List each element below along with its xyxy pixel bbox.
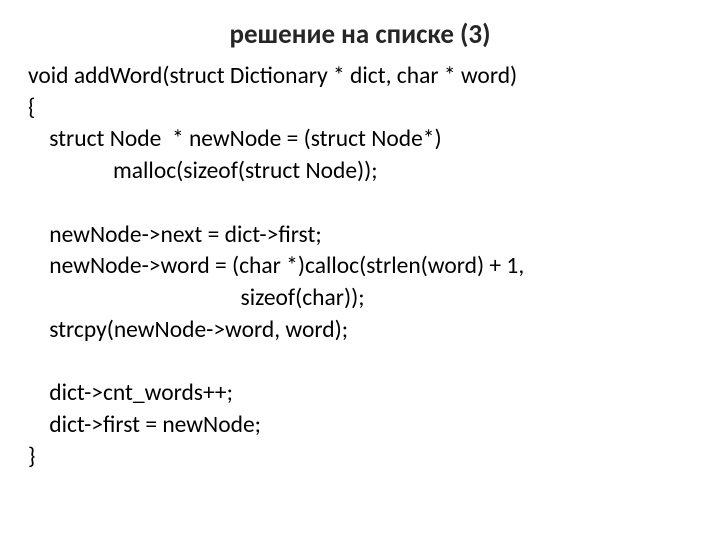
slide-title: решение на списке (3) xyxy=(28,18,692,51)
code-line: strcpy(newNode->word, word); xyxy=(28,316,348,344)
code-line: { xyxy=(28,94,35,122)
code-line: sizeof(char)); xyxy=(28,284,365,312)
code-line: newNode->next = dict->first; xyxy=(28,221,322,249)
code-line: } xyxy=(28,443,35,471)
code-block: void addWord(struct Dictionary * dict, c… xyxy=(28,61,692,473)
code-line: dict->first = newNode; xyxy=(28,411,261,439)
code-line: newNode->word = (char *)calloc(strlen(wo… xyxy=(28,252,524,280)
slide: решение на списке (3) void addWord(struc… xyxy=(0,0,720,540)
code-line: dict->cnt_words++; xyxy=(28,379,233,407)
code-line: malloc(sizeof(struct Node)); xyxy=(28,157,378,185)
code-line: void addWord(struct Dictionary * dict, c… xyxy=(28,62,517,90)
code-line: struct Node * newNode = (struct Node*) xyxy=(28,125,442,153)
